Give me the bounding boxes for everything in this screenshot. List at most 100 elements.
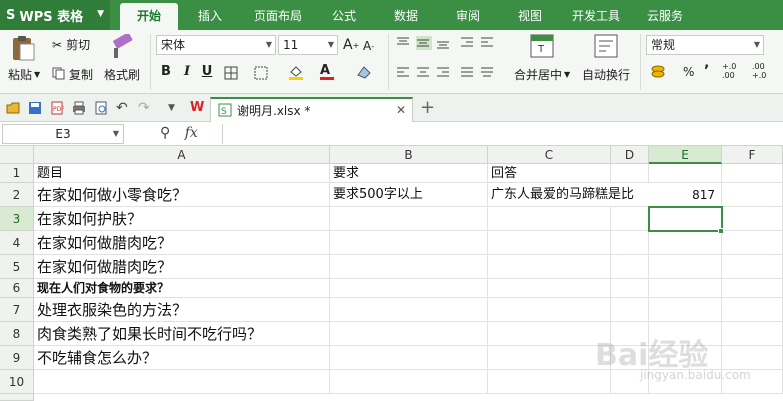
print-icon[interactable] bbox=[72, 101, 86, 115]
row-header-2[interactable]: 2 bbox=[0, 183, 34, 207]
wrap-text-icon[interactable] bbox=[594, 34, 618, 61]
cell-a6[interactable]: 现在人们对食物的要求？ bbox=[34, 279, 330, 298]
insert-function-button[interactable]: fx bbox=[185, 125, 198, 141]
row-header-11[interactable] bbox=[0, 394, 34, 401]
cell-e6[interactable] bbox=[649, 279, 722, 298]
fill-color-icon[interactable] bbox=[288, 64, 304, 80]
row-header-7[interactable]: 7 bbox=[0, 298, 34, 322]
cell-a9[interactable]: 不吃辅食怎么办？ bbox=[34, 346, 330, 370]
cell-d4[interactable] bbox=[611, 231, 649, 255]
cell-b2[interactable]: 要求500字以上 bbox=[330, 183, 488, 207]
cell-c9[interactable] bbox=[488, 346, 611, 370]
formula-input[interactable] bbox=[222, 124, 781, 144]
redo-icon[interactable]: ↷ bbox=[138, 101, 152, 115]
merge-center-button[interactable]: 合并居中 ▼ bbox=[514, 66, 570, 83]
row-header-9[interactable]: 9 bbox=[0, 346, 34, 370]
cell-d5[interactable] bbox=[611, 255, 649, 279]
column-header-f[interactable]: F bbox=[722, 146, 783, 164]
cell-b4[interactable] bbox=[330, 231, 488, 255]
cell-e7[interactable] bbox=[649, 298, 722, 322]
cell-c1[interactable]: 回答 bbox=[488, 164, 611, 183]
tab-insert[interactable]: 插入 bbox=[186, 0, 234, 30]
align-middle-icon[interactable] bbox=[416, 36, 432, 50]
column-header-a[interactable]: A bbox=[34, 146, 330, 164]
row-header-5[interactable]: 5 bbox=[0, 255, 34, 279]
cell-b9[interactable] bbox=[330, 346, 488, 370]
customize-toolbar-icon[interactable]: ▼ bbox=[168, 101, 182, 115]
increase-indent-icon[interactable] bbox=[480, 36, 496, 50]
cell-a7[interactable]: 处理衣服染色的方法？ bbox=[34, 298, 330, 322]
comma-button[interactable]: ’ bbox=[704, 63, 709, 79]
justify-icon[interactable] bbox=[460, 66, 476, 80]
print-preview-icon[interactable] bbox=[94, 101, 108, 115]
cell-c3[interactable] bbox=[488, 207, 611, 231]
increase-font-icon[interactable]: A + bbox=[343, 37, 359, 53]
bold-button[interactable]: B bbox=[158, 64, 174, 79]
increase-decimal-button[interactable]: +.0 .00 bbox=[722, 62, 744, 80]
undo-icon[interactable]: ↶ bbox=[116, 101, 130, 115]
fill-handle[interactable] bbox=[718, 228, 724, 234]
cell-f3[interactable] bbox=[722, 207, 783, 231]
document-tab[interactable]: S 谢明月.xlsx * ✕ bbox=[210, 97, 413, 122]
clear-format-icon[interactable] bbox=[356, 65, 372, 79]
column-header-c[interactable]: C bbox=[488, 146, 611, 164]
copy-button[interactable]: 复制 bbox=[52, 66, 93, 83]
cell-b1[interactable]: 要求 bbox=[330, 164, 488, 183]
cell-a8[interactable]: 肉食类熟了如果长时间不吃行吗？ bbox=[34, 322, 330, 346]
row-header-8[interactable]: 8 bbox=[0, 322, 34, 346]
paste-button[interactable]: 粘贴 ▼ bbox=[8, 66, 40, 83]
cell-a4[interactable]: 在家如何做腊肉吃？ bbox=[34, 231, 330, 255]
cell-f8[interactable] bbox=[722, 322, 783, 346]
tab-formulas[interactable]: 公式 bbox=[322, 0, 366, 30]
cell-b7[interactable] bbox=[330, 298, 488, 322]
cell-c6[interactable] bbox=[488, 279, 611, 298]
font-size-select[interactable]: 11 ▼ bbox=[278, 35, 338, 55]
cell-d1[interactable] bbox=[611, 164, 649, 183]
cell-d6[interactable] bbox=[611, 279, 649, 298]
cut-button[interactable]: ✂ 剪切 bbox=[52, 36, 90, 53]
cell-c8[interactable] bbox=[488, 322, 611, 346]
cell-a2[interactable]: 在家如何做小零食吃？ bbox=[34, 183, 330, 207]
column-header-d[interactable]: D bbox=[611, 146, 649, 164]
border-icon[interactable] bbox=[224, 66, 240, 80]
font-name-select[interactable]: 宋体 ▼ bbox=[156, 35, 276, 55]
save-icon[interactable] bbox=[28, 101, 42, 115]
cell-f9[interactable] bbox=[722, 346, 783, 370]
format-painter-button[interactable]: 格式刷 bbox=[104, 66, 140, 83]
new-tab-icon[interactable]: + bbox=[420, 97, 435, 118]
cell-c10[interactable] bbox=[488, 370, 611, 394]
tab-review[interactable]: 审阅 bbox=[446, 0, 490, 30]
font-color-icon[interactable]: A bbox=[320, 63, 336, 80]
decrease-indent-icon[interactable] bbox=[460, 36, 476, 50]
cell-f1[interactable] bbox=[722, 164, 783, 183]
italic-button[interactable]: I bbox=[179, 64, 195, 79]
fill-pattern-icon[interactable] bbox=[254, 66, 270, 80]
cell-b8[interactable] bbox=[330, 322, 488, 346]
row-header-6[interactable]: 6 bbox=[0, 279, 34, 298]
tab-home[interactable]: 开始 bbox=[120, 3, 178, 30]
row-header-4[interactable]: 4 bbox=[0, 231, 34, 255]
percent-button[interactable]: % bbox=[683, 65, 694, 79]
tab-view[interactable]: 视图 bbox=[508, 0, 552, 30]
cell-e1[interactable] bbox=[649, 164, 722, 183]
cell-f4[interactable] bbox=[722, 231, 783, 255]
name-box[interactable]: E3 ▼ bbox=[2, 124, 124, 144]
export-pdf-icon[interactable]: PDF bbox=[50, 101, 65, 115]
wrap-text-button[interactable]: 自动换行 bbox=[582, 66, 630, 83]
open-folder-icon[interactable] bbox=[6, 101, 20, 115]
cell-a3[interactable]: 在家如何护肤？ bbox=[34, 207, 330, 231]
cell-a5[interactable]: 在家如何做腊肉吃？ bbox=[34, 255, 330, 279]
row-header-1[interactable]: 1 bbox=[0, 164, 34, 183]
cell-b5[interactable] bbox=[330, 255, 488, 279]
cell-c7[interactable] bbox=[488, 298, 611, 322]
cell-d7[interactable] bbox=[611, 298, 649, 322]
tab-cloud[interactable]: 云服务 bbox=[640, 0, 690, 30]
row-header-3[interactable]: 3 bbox=[0, 207, 34, 231]
cell-b3[interactable] bbox=[330, 207, 488, 231]
decrease-font-icon[interactable]: A- bbox=[363, 39, 374, 53]
align-bottom-icon[interactable] bbox=[436, 36, 452, 50]
align-left-icon[interactable] bbox=[396, 66, 412, 80]
paste-icon[interactable] bbox=[10, 34, 36, 65]
cell-e5[interactable] bbox=[649, 255, 722, 279]
align-top-icon[interactable] bbox=[396, 36, 412, 50]
